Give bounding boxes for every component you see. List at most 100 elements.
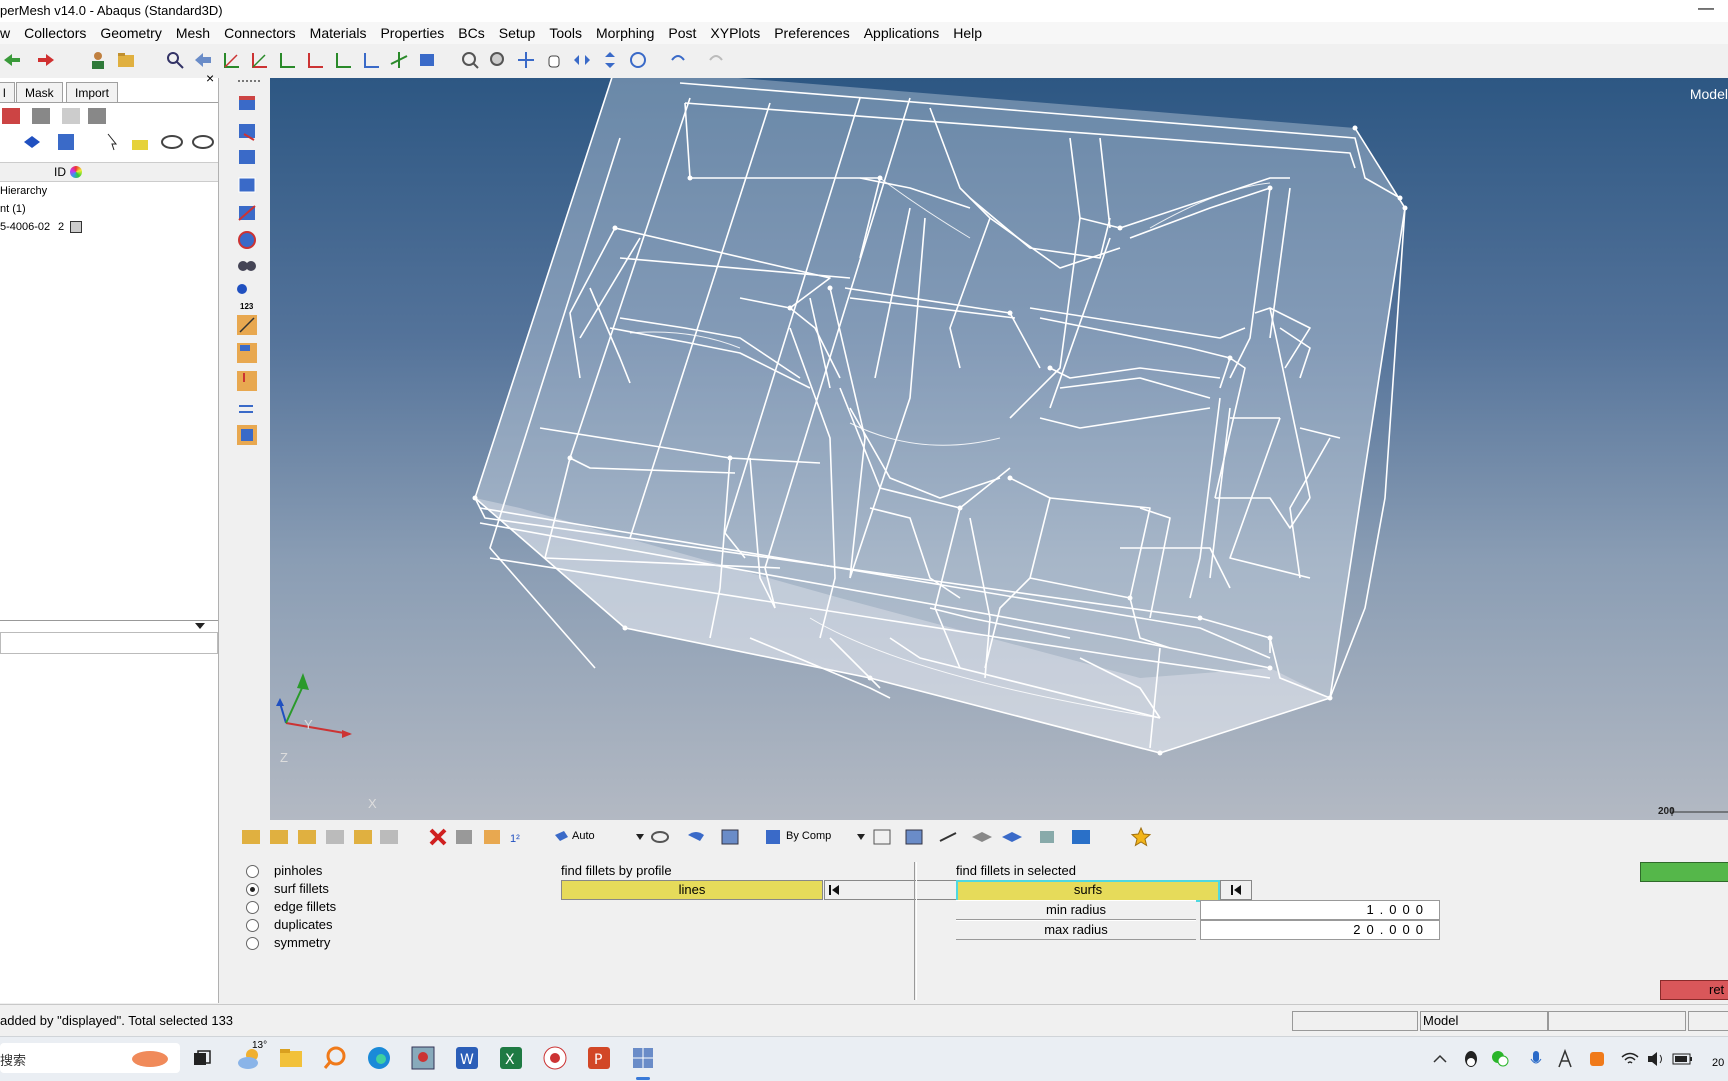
input-method-icon[interactable] [1556, 1049, 1574, 1069]
back-icon[interactable] [193, 50, 213, 70]
menu-connectors[interactable]: Connectors [217, 25, 303, 41]
wifi-icon[interactable] [1620, 1050, 1640, 1068]
auto-dropdown-arrow-icon[interactable] [636, 834, 644, 840]
organize-tool-icon[interactable] [236, 202, 258, 224]
translate-tool-icon[interactable] [236, 398, 258, 420]
view-zy-icon[interactable] [305, 50, 325, 70]
undo-icon[interactable] [668, 50, 688, 70]
move-horizontal-icon[interactable] [572, 50, 592, 70]
option-pinholes-radio[interactable] [246, 865, 259, 878]
show-hidden-icons-icon[interactable] [1432, 1051, 1448, 1067]
binoculars-icon[interactable] [236, 254, 258, 276]
browser-tool-icons[interactable] [0, 106, 110, 128]
display-tool-icons[interactable] [20, 130, 220, 154]
word-icon[interactable]: W [454, 1045, 480, 1071]
task-view-icon[interactable] [192, 1049, 212, 1069]
zoom-window-icon[interactable] [488, 50, 508, 70]
dropdown-arrow-icon[interactable] [194, 622, 206, 630]
user-icon[interactable] [88, 50, 108, 70]
bycomp-dropdown[interactable]: By Comp [786, 830, 831, 842]
tree-item-component[interactable]: nt (1) [0, 203, 26, 215]
option-edge-fillets-radio[interactable] [246, 901, 259, 914]
option-surf-fillets-label[interactable]: surf fillets [274, 881, 329, 896]
display-tool-icon[interactable] [236, 424, 258, 446]
menu-file[interactable]: w [0, 25, 17, 41]
security-icon[interactable] [1588, 1049, 1606, 1069]
delete-tool-icon[interactable] [236, 120, 258, 142]
microphone-icon[interactable] [1528, 1049, 1544, 1069]
option-duplicates-label[interactable]: duplicates [274, 917, 333, 932]
display-mode-icons[interactable] [872, 827, 1102, 847]
bycomp-dropdown-arrow-icon[interactable] [857, 834, 865, 840]
menu-geometry[interactable]: Geometry [93, 25, 168, 41]
view-iso-icon[interactable] [389, 50, 409, 70]
sphere-tool-icon[interactable] [236, 229, 258, 251]
taskbar-search[interactable]: 搜索 [0, 1043, 180, 1073]
max-radius-input[interactable]: 20.000 [1200, 920, 1440, 940]
battery-icon[interactable] [1672, 1051, 1694, 1067]
option-symmetry-radio[interactable] [246, 937, 259, 950]
view-yz-icon[interactable] [277, 50, 297, 70]
star-icon[interactable] [1130, 826, 1152, 848]
surfs-selector[interactable]: surfs [956, 880, 1220, 902]
menu-morphing[interactable]: Morphing [589, 25, 661, 41]
powerpoint-icon[interactable]: P [586, 1045, 612, 1071]
tree-item-hierarchy[interactable]: Hierarchy [0, 185, 47, 197]
graphics-viewport[interactable]: Model Y Z X 200 [270, 78, 1728, 820]
menu-tools[interactable]: Tools [542, 25, 589, 41]
measure-tool-icon[interactable] [236, 314, 258, 336]
mesh-tool-icon[interactable] [236, 174, 258, 196]
menu-mesh[interactable]: Mesh [169, 25, 217, 41]
bycomp-icon[interactable] [764, 827, 782, 847]
volume-icon[interactable] [1646, 1050, 1666, 1068]
label-tool-icon[interactable] [236, 342, 258, 364]
fit-icon[interactable] [460, 50, 480, 70]
zoom-icon[interactable] [165, 50, 185, 70]
find-button[interactable]: find [1640, 862, 1728, 882]
import-icon[interactable] [2, 50, 22, 70]
tab-model[interactable]: l [0, 82, 15, 103]
view-xy-icon[interactable] [221, 50, 241, 70]
image-app-icon[interactable] [410, 1045, 436, 1071]
excel-icon[interactable]: X [498, 1045, 524, 1071]
return-button[interactable]: ret [1660, 980, 1728, 1000]
search-app-icon[interactable] [322, 1045, 348, 1071]
close-icon[interactable]: × [206, 70, 214, 86]
file-tool-icons[interactable] [240, 826, 400, 848]
option-duplicates-radio[interactable] [246, 919, 259, 932]
delete-icon[interactable] [428, 827, 448, 847]
component-tool-icon[interactable] [236, 92, 258, 114]
menu-applications[interactable]: Applications [857, 25, 947, 41]
view-saved-icon[interactable] [417, 50, 437, 70]
menu-post[interactable]: Post [661, 25, 703, 41]
minimize-button[interactable]: — [1698, 0, 1714, 18]
tab-mask[interactable]: Mask [16, 82, 63, 103]
surfs-reset-button[interactable] [1220, 880, 1252, 900]
menu-bcs[interactable]: BCs [451, 25, 491, 41]
id-column-header[interactable]: ID [54, 165, 66, 179]
menu-setup[interactable]: Setup [492, 25, 543, 41]
option-symmetry-label[interactable]: symmetry [274, 935, 330, 950]
auto-dropdown[interactable]: Auto [572, 830, 595, 842]
view-zx-icon[interactable] [361, 50, 381, 70]
tree-item-color-swatch[interactable] [70, 221, 82, 233]
menu-help[interactable]: Help [946, 25, 989, 41]
edge-browser-icon[interactable] [366, 1045, 392, 1071]
rotate-icon[interactable] [628, 50, 648, 70]
view-yx-icon[interactable] [249, 50, 269, 70]
app-icon[interactable] [542, 1045, 568, 1071]
menu-properties[interactable]: Properties [373, 25, 451, 41]
clock-text[interactable]: 20 [1712, 1057, 1724, 1069]
option-pinholes-label[interactable]: pinholes [274, 863, 322, 878]
numbers-tool-icon[interactable] [236, 370, 258, 392]
render-tool-icons[interactable] [650, 827, 750, 847]
menu-preferences[interactable]: Preferences [767, 25, 856, 41]
option-edge-fillets-label[interactable]: edge fillets [274, 899, 336, 914]
browser-splitter[interactable] [0, 620, 218, 621]
wechat-icon[interactable] [1490, 1049, 1510, 1069]
folder-icon[interactable] [116, 50, 136, 70]
move-vertical-icon[interactable] [600, 50, 620, 70]
pointer-icon[interactable] [552, 827, 572, 847]
view-xz-icon[interactable] [333, 50, 353, 70]
min-radius-input[interactable]: 1.000 [1200, 900, 1440, 920]
